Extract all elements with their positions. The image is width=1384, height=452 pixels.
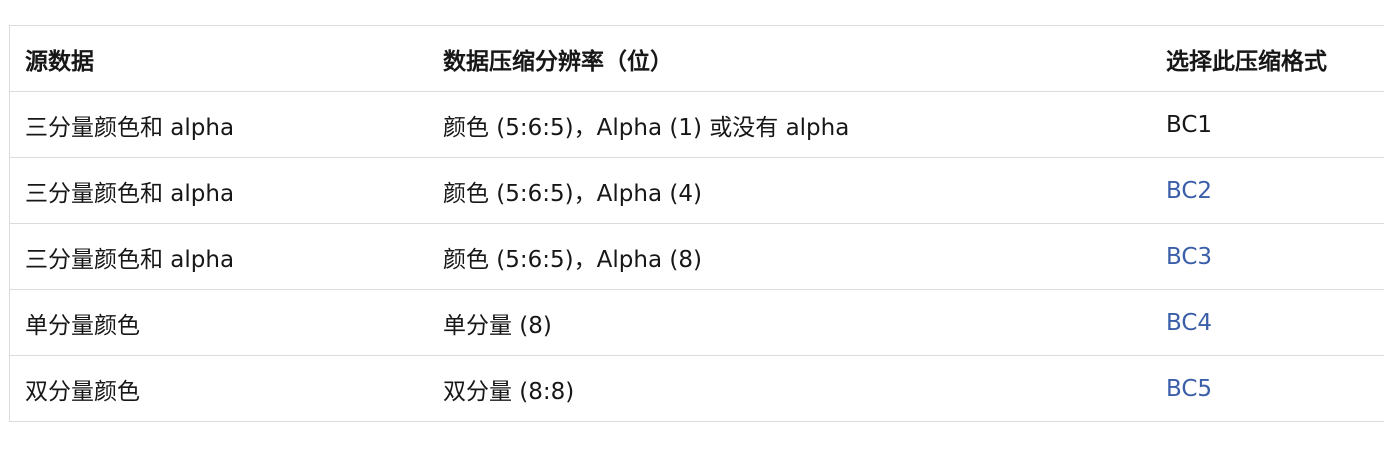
cell-resolution: 颜色 (5:6:5)，Alpha (1) 或没有 alpha [428, 91, 1151, 158]
table-header-row: 源数据 数据压缩分辨率（位） 选择此压缩格式 [10, 26, 1384, 92]
cell-resolution: 颜色 (5:6:5)，Alpha (4) [428, 157, 1151, 224]
compression-format-table-container: 源数据 数据压缩分辨率（位） 选择此压缩格式 三分量颜色和 alpha 颜色 (… [9, 25, 1384, 422]
link-bc3[interactable]: BC3 [1166, 244, 1212, 270]
cell-source: 三分量颜色和 alpha [10, 91, 428, 158]
header-compression-resolution: 数据压缩分辨率（位） [428, 26, 1151, 92]
table-row: 三分量颜色和 alpha 颜色 (5:6:5)，Alpha (1) 或没有 al… [10, 91, 1384, 158]
cell-source: 三分量颜色和 alpha [10, 223, 428, 290]
header-source-data: 源数据 [10, 26, 428, 92]
link-bc4[interactable]: BC4 [1166, 310, 1212, 336]
header-compression-format: 选择此压缩格式 [1151, 26, 1384, 92]
cell-format: BC4 [1151, 289, 1384, 356]
cell-resolution: 双分量 (8:8) [428, 355, 1151, 422]
cell-resolution: 单分量 (8) [428, 289, 1151, 356]
cell-source: 双分量颜色 [10, 355, 428, 422]
table-row: 单分量颜色 单分量 (8) BC4 [10, 289, 1384, 356]
link-bc5[interactable]: BC5 [1166, 376, 1212, 402]
cell-format: BC3 [1151, 223, 1384, 290]
table-row: 三分量颜色和 alpha 颜色 (5:6:5)，Alpha (4) BC2 [10, 157, 1384, 224]
cell-format-bc1: BC1 [1151, 91, 1384, 158]
table-row: 双分量颜色 双分量 (8:8) BC5 [10, 355, 1384, 422]
table-row: 三分量颜色和 alpha 颜色 (5:6:5)，Alpha (8) BC3 [10, 223, 1384, 290]
compression-format-table: 源数据 数据压缩分辨率（位） 选择此压缩格式 三分量颜色和 alpha 颜色 (… [10, 26, 1384, 422]
cell-resolution: 颜色 (5:6:5)，Alpha (8) [428, 223, 1151, 290]
cell-format: BC5 [1151, 355, 1384, 422]
cell-source: 三分量颜色和 alpha [10, 157, 428, 224]
link-bc2[interactable]: BC2 [1166, 178, 1212, 204]
cell-source: 单分量颜色 [10, 289, 428, 356]
cell-format: BC2 [1151, 157, 1384, 224]
